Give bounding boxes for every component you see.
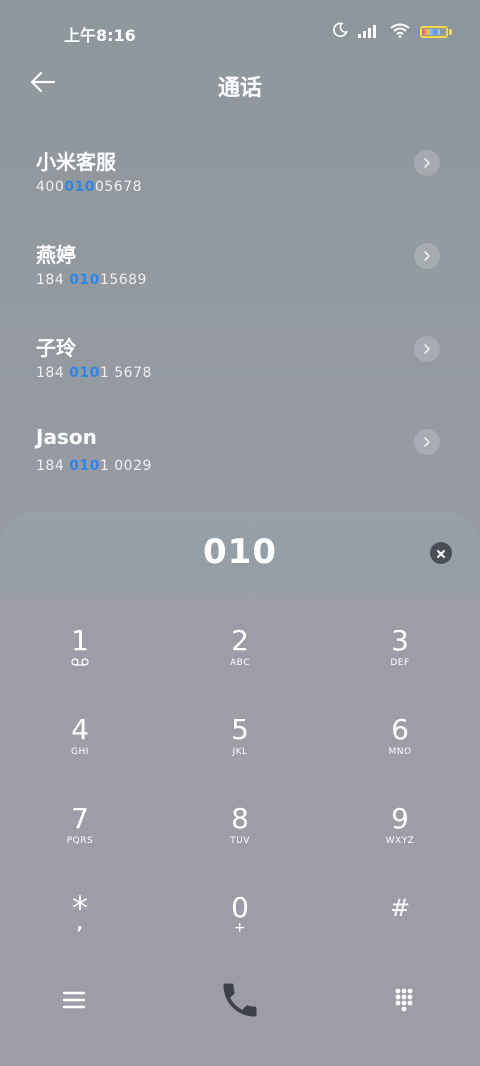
keypad-toggle-button[interactable] [392,986,422,1016]
status-bar: 上午8:16 [0,0,480,60]
dialed-number[interactable]: 010 [0,532,480,572]
key-3[interactable]: 3 DEF [350,597,450,677]
menu-icon [60,991,88,1018]
call-button[interactable] [218,978,262,1022]
contact-item[interactable]: 燕婷 184 01015689 [0,223,480,316]
key-2[interactable]: 2 ABC [190,597,290,677]
chevron-right-icon [422,247,432,266]
dial-panel: 010 1 2 ABC 3 DEF 4 GHI 5 JKL 6 MNO 7 PQ… [0,512,480,1066]
key-letters: WXYZ [385,836,415,846]
contact-number: 184 01015689 [36,272,147,288]
clear-button[interactable] [430,542,452,564]
key-star[interactable]: * , [30,864,130,944]
details-button[interactable] [414,150,440,176]
key-digit: 5 [231,713,249,746]
key-hash[interactable]: # [350,864,450,944]
key-digit: 7 [71,802,89,835]
key-letters: MNO [388,747,412,757]
key-digit: 2 [231,624,249,657]
key-letters: ABC [230,658,250,668]
status-time: 上午8:16 [64,26,136,45]
key-9[interactable]: 9 WXYZ [350,775,450,855]
status-icons [332,22,452,42]
contact-number: 184 0101 5678 [36,365,152,381]
contact-item[interactable]: 小米客服 40001005678 [0,130,480,223]
dialpad-icon [392,988,422,1020]
key-8[interactable]: 8 TUV [190,775,290,855]
wifi-icon [390,23,410,42]
key-letters: , [76,914,84,933]
key-digit: # [389,894,411,922]
key-7[interactable]: 7 PQRS [30,775,130,855]
key-digit: 1 [71,624,89,657]
key-letters: GHI [71,747,89,757]
chevron-right-icon [422,433,432,452]
key-1[interactable]: 1 [30,597,130,677]
key-digit: 8 [231,802,249,835]
bottom-bar [0,976,480,1026]
key-letters: PQRS [66,836,94,846]
contact-suggestions: 小米客服 40001005678 燕婷 184 01015689 子玲 184 … [0,130,480,502]
chevron-right-icon [422,340,432,359]
number-display: 010 [0,512,480,594]
details-button[interactable] [414,429,440,455]
key-digit: 3 [391,624,409,657]
contact-name: 燕婷 [36,243,76,267]
contact-item[interactable]: 子玲 184 0101 5678 [0,316,480,409]
voicemail-icon [30,658,130,669]
key-letters: JKL [232,747,248,757]
details-button[interactable] [414,336,440,362]
signal-icon [358,23,380,42]
key-4[interactable]: 4 GHI [30,686,130,766]
contact-number: 40001005678 [36,179,143,195]
match-highlight: 010 [64,179,95,195]
key-digit: 9 [391,802,409,835]
page-title: 通话 [217,76,262,101]
key-letters: TUV [230,836,250,846]
moon-icon [332,22,348,42]
header: 通话 [0,60,480,108]
key-0[interactable]: 0 + [190,864,290,944]
key-5[interactable]: 5 JKL [190,686,290,766]
close-icon [436,544,446,563]
details-button[interactable] [414,243,440,269]
key-digit: 4 [71,713,89,746]
match-highlight: 010 [69,365,100,381]
match-highlight: 010 [69,272,100,288]
key-letters: + [233,920,247,936]
battery-icon [420,26,452,38]
match-highlight: 010 [69,458,100,474]
phone-icon [218,983,262,1026]
key-digit: 6 [391,713,409,746]
key-6[interactable]: 6 MNO [350,686,450,766]
contact-item[interactable]: Jason 184 0101 0029 [0,409,480,502]
key-letters: DEF [390,658,410,668]
contact-name: 子玲 [36,336,76,360]
chevron-right-icon [422,154,432,173]
contact-name: 小米客服 [36,150,116,174]
contact-number: 184 0101 0029 [36,458,152,474]
menu-button[interactable] [60,986,88,1014]
contact-name: Jason [36,425,97,449]
